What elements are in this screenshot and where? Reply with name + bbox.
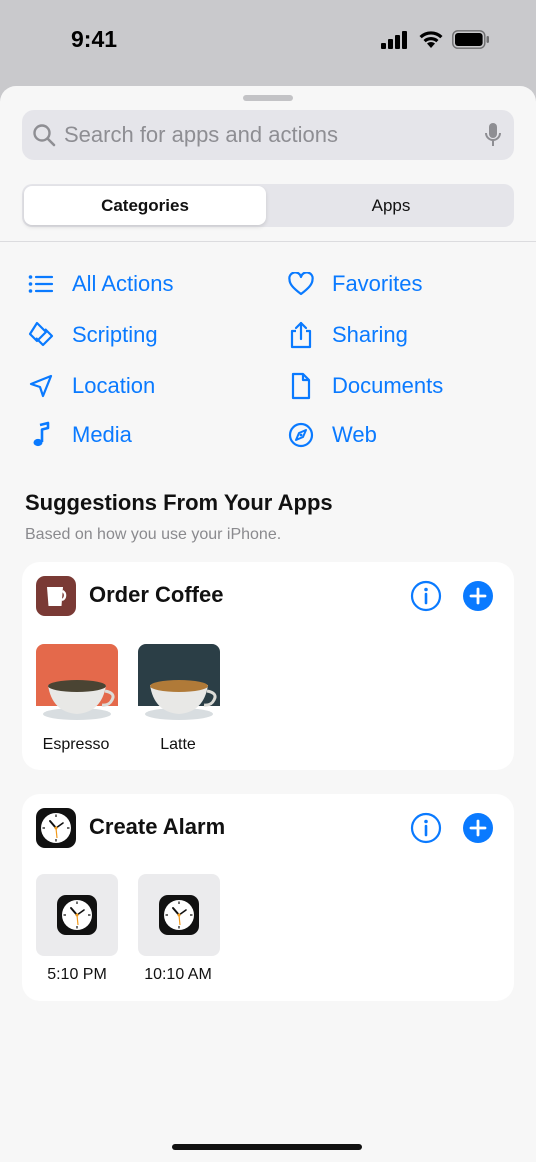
card-title: Order Coffee xyxy=(89,582,224,607)
tile-label: Espresso xyxy=(42,736,110,753)
location-arrow-icon xyxy=(28,372,60,400)
list-icon xyxy=(28,270,60,298)
tile-alarm-510pm[interactable] xyxy=(36,874,118,956)
category-favorites[interactable]: Favorites xyxy=(288,266,422,302)
search-bar xyxy=(22,110,514,160)
card-title: Create Alarm xyxy=(89,814,226,839)
latte-cup-icon xyxy=(138,644,220,726)
category-documents[interactable]: Documents xyxy=(288,368,443,404)
clock-icon xyxy=(159,895,199,935)
tab-apps[interactable]: Apps xyxy=(270,186,512,225)
home-indicator xyxy=(172,1144,362,1150)
share-icon xyxy=(288,321,320,349)
search-icon xyxy=(33,124,56,147)
microphone-icon[interactable] xyxy=(484,122,502,148)
category-label: Documents xyxy=(332,373,444,398)
espresso-cup-icon xyxy=(36,644,118,726)
divider xyxy=(0,241,536,242)
add-icon[interactable] xyxy=(462,580,494,612)
category-media[interactable]: Media xyxy=(28,417,132,453)
info-icon[interactable] xyxy=(410,580,442,612)
tile-label: 5:10 PM xyxy=(47,966,107,983)
category-web[interactable]: Web xyxy=(288,417,377,453)
clock-icon xyxy=(57,895,97,935)
status-time: 9:41 xyxy=(71,26,118,52)
suggestions-title: Suggestions From Your Apps xyxy=(25,490,333,515)
battery-icon xyxy=(452,30,489,49)
suggestion-card-order-coffee[interactable]: Order Coffee Espresso Latte xyxy=(22,562,514,770)
category-scripting[interactable]: Scripting xyxy=(28,317,158,353)
tile-label: Latte xyxy=(160,736,196,753)
tile-espresso[interactable] xyxy=(36,644,118,726)
category-label: Web xyxy=(332,422,377,447)
tile-latte[interactable] xyxy=(138,644,220,726)
category-label: Media xyxy=(72,422,132,447)
category-label: Location xyxy=(72,373,156,398)
coffee-cup-icon xyxy=(36,576,76,616)
category-label: Sharing xyxy=(332,322,408,347)
sheet-grabber[interactable] xyxy=(243,95,293,101)
scripting-icon xyxy=(28,321,60,349)
tile-label: 10:10 AM xyxy=(144,966,212,983)
clock-icon xyxy=(36,808,76,848)
suggestions-subtitle: Based on how you use your iPhone. xyxy=(25,526,282,543)
cellular-signal-icon xyxy=(381,30,407,49)
category-all-actions[interactable]: All Actions xyxy=(28,266,174,302)
info-icon[interactable] xyxy=(410,812,442,844)
compass-icon xyxy=(288,421,320,449)
music-note-icon xyxy=(28,421,60,449)
status-icons xyxy=(381,30,490,49)
heart-icon xyxy=(288,270,320,298)
tile-alarm-1010am[interactable] xyxy=(138,874,220,956)
document-icon xyxy=(288,372,320,400)
category-segmented-control: Categories Apps xyxy=(22,184,514,227)
category-location[interactable]: Location xyxy=(28,368,155,404)
category-label: Scripting xyxy=(72,322,158,347)
category-label: Favorites xyxy=(332,271,423,296)
suggestion-card-create-alarm[interactable]: Create Alarm 5:10 PM 10:10 AM xyxy=(22,794,514,1001)
tab-categories[interactable]: Categories xyxy=(24,186,266,225)
add-icon[interactable] xyxy=(462,812,494,844)
status-bar: 9:41 xyxy=(0,0,536,86)
search-input[interactable] xyxy=(64,110,464,160)
wifi-icon xyxy=(419,31,443,48)
category-sharing[interactable]: Sharing xyxy=(288,317,408,353)
action-picker-sheet: Categories Apps All Actions Favorites xyxy=(0,86,536,1162)
category-label: All Actions xyxy=(72,271,174,296)
